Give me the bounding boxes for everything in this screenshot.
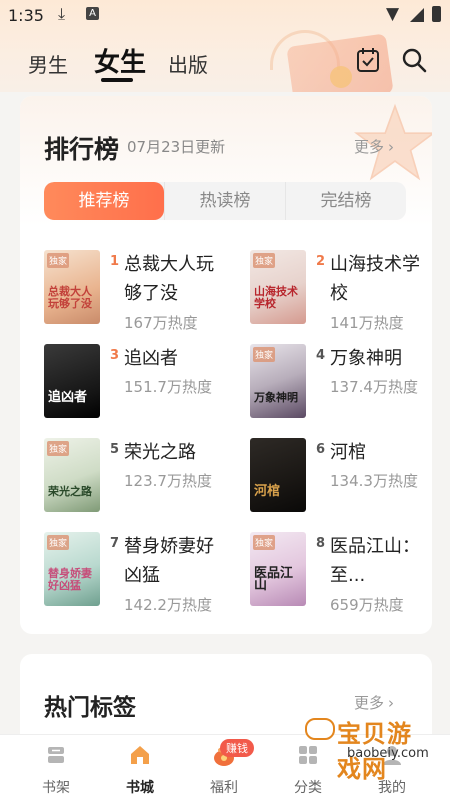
cover-title: 追凶者 [48, 390, 88, 405]
book-heat: 659万热度 [330, 596, 404, 614]
book-cover: 独家 荣光之路 [44, 438, 100, 512]
book-cover: 独家 医品江山 [250, 532, 306, 606]
site-watermark: 宝贝游戏网 baobeiy.com [305, 714, 429, 783]
exclusive-tag: 独家 [47, 441, 70, 456]
book-heat: 151.7万热度 [124, 378, 212, 396]
rank-number: 2 [316, 254, 326, 269]
top-header: 1:35 ⤓ A ▼ 男生 女生 出版 [0, 0, 450, 92]
book-heat: 134.3万热度 [330, 472, 418, 490]
tab-female[interactable]: 女生 [94, 42, 146, 79]
cover-title: 万象神明 [254, 391, 298, 404]
cover-title: 总裁大人玩够了没 [48, 285, 92, 310]
cover-title: 医品江山 [254, 566, 294, 593]
cover-title: 荣光之路 [48, 485, 92, 498]
wifi-icon: ▼ [386, 4, 400, 24]
book-cover: 独家 万象神明 [250, 344, 306, 418]
book-item[interactable]: 独家 总裁大人玩够了没 1 总裁大人玩够了没 167万热度 [44, 250, 234, 332]
book-title: 荣光之路 [124, 442, 196, 463]
nav-bookstore[interactable]: 书城 [100, 735, 180, 800]
book-item[interactable]: 独家 医品江山 8 医品江山：至... 659万热度 [250, 532, 432, 614]
rank-number: 8 [316, 536, 326, 551]
ranking-more-link[interactable]: 更多 › [354, 136, 394, 157]
book-cover: 追凶者 [44, 344, 100, 418]
segment-recommend[interactable]: 推荐榜 [44, 182, 164, 220]
book-cover: 独家 替身娇妻好凶猛 [44, 532, 100, 606]
battery-icon [432, 6, 441, 22]
book-item[interactable]: 独家 替身娇妻好凶猛 7 替身娇妻好凶猛 142.2万热度 [44, 532, 234, 614]
book-heat: 123.7万热度 [124, 472, 212, 490]
book-title: 医品江山：至... [330, 536, 420, 586]
nav-welfare-label: 福利 [210, 780, 238, 796]
exclusive-tag: 独家 [253, 253, 276, 268]
download-icon: ⤓ [58, 4, 66, 23]
book-title: 山海技术学校 [330, 254, 420, 304]
tab-male[interactable]: 男生 [28, 49, 68, 78]
nav-category-label: 分类 [294, 780, 322, 796]
book-title: 追凶者 [124, 348, 178, 369]
ranking-title: 排行榜 [44, 135, 120, 164]
book-item[interactable]: 河棺 6 河棺 134.3万热度 [250, 438, 432, 518]
ranking-update-date: 07月23日更新 [127, 138, 226, 156]
book-title: 总裁大人玩够了没 [124, 254, 214, 304]
book-heat: 141万热度 [330, 314, 404, 332]
rank-number: 6 [316, 442, 326, 457]
rank-number: 7 [110, 536, 120, 551]
signal-icon [410, 8, 424, 22]
nav-welfare[interactable]: 赚钱 福利 [184, 735, 264, 800]
status-bar: 1:35 ⤓ A ▼ [0, 0, 450, 30]
decorative-coin [330, 66, 352, 88]
book-item[interactable]: 追凶者 3 追凶者 151.7万热度 [44, 344, 234, 424]
watermark-url: baobeiy.com [347, 746, 429, 761]
rank-number: 1 [110, 254, 120, 269]
exclusive-tag: 独家 [253, 535, 276, 550]
cover-title: 山海技术学校 [254, 285, 298, 310]
tab-publish[interactable]: 出版 [168, 49, 208, 78]
book-title: 河棺 [330, 442, 366, 463]
checkin-calendar-icon[interactable] [356, 47, 380, 73]
bookshelf-icon [48, 747, 64, 763]
hot-tags-more-link[interactable]: 更多 › [354, 692, 394, 713]
app-notification-icon: A [86, 7, 99, 20]
segment-hot-read[interactable]: 热读榜 [164, 182, 285, 220]
book-heat: 167万热度 [124, 314, 198, 332]
hot-tags-more-label: 更多 [354, 694, 385, 712]
ranking-segment-control: 推荐榜 热读榜 完结榜 [44, 182, 406, 220]
chevron-right-icon: › [388, 138, 395, 156]
book-item[interactable]: 独家 万象神明 4 万象神明 137.4万热度 [250, 344, 432, 424]
nav-bookstore-label: 书城 [126, 780, 154, 796]
rank-number: 5 [110, 442, 120, 457]
rank-number: 3 [110, 348, 120, 363]
exclusive-tag: 独家 [253, 347, 276, 362]
ranking-more-label: 更多 [354, 138, 385, 156]
cover-title: 替身娇妻好凶猛 [48, 567, 92, 592]
book-title: 万象神明 [330, 348, 402, 369]
exclusive-tag: 独家 [47, 535, 70, 550]
book-cover: 独家 山海技术学校 [250, 250, 306, 324]
book-cover: 河棺 [250, 438, 306, 512]
earn-money-badge: 赚钱 [220, 739, 254, 757]
active-tab-indicator [101, 78, 133, 82]
exclusive-tag: 独家 [47, 253, 70, 268]
rank-number: 4 [316, 348, 326, 363]
status-time: 1:35 [8, 6, 44, 25]
book-item[interactable]: 独家 荣光之路 5 荣光之路 123.7万热度 [44, 438, 234, 518]
nav-bookshelf[interactable]: 书架 [16, 735, 96, 800]
book-item[interactable]: 独家 山海技术学校 2 山海技术学校 141万热度 [250, 250, 432, 332]
nav-bookshelf-label: 书架 [42, 780, 70, 796]
book-heat: 137.4万热度 [330, 378, 418, 396]
cover-title: 河棺 [254, 484, 281, 499]
chevron-right-icon: › [388, 694, 395, 712]
book-title: 替身娇妻好凶猛 [124, 536, 214, 586]
ranking-card: 排行榜 07月23日更新 更多 › 推荐榜 热读榜 完结榜 独家 总裁大人玩够了没… [20, 96, 432, 634]
home-icon [131, 746, 149, 764]
search-icon[interactable] [401, 47, 427, 73]
book-cover: 独家 总裁大人玩够了没 [44, 250, 100, 324]
book-heat: 142.2万热度 [124, 596, 212, 614]
hot-tags-title: 热门标签 [44, 695, 136, 721]
gamepad-logo-icon [305, 718, 335, 740]
segment-completed[interactable]: 完结榜 [285, 182, 406, 220]
